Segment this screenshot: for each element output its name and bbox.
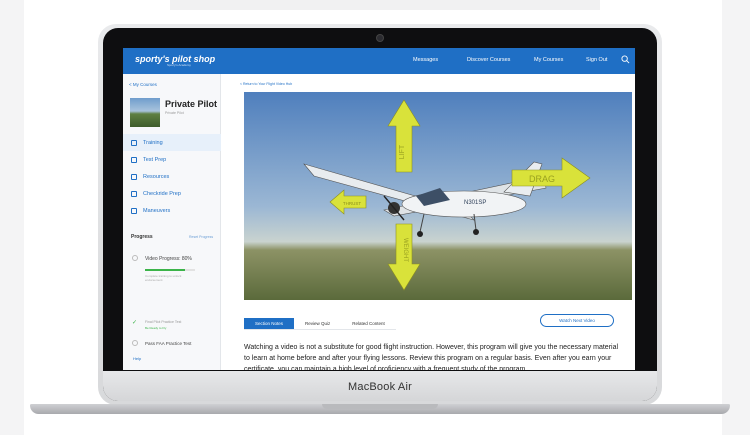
search-icon[interactable]: [621, 55, 630, 64]
background-band: [170, 0, 600, 10]
sidebar-item-label: Checkride Prep: [143, 190, 181, 197]
tail-number: N301SP: [464, 200, 486, 206]
sidebar-menu: Training Test Prep Resources Checkride P…: [123, 134, 221, 219]
resources-icon: [131, 173, 137, 180]
device-brand: MacBook Air: [348, 381, 412, 393]
nav-discover-courses[interactable]: Discover Courses: [467, 57, 510, 63]
video-progress-fill: [145, 269, 185, 271]
test-prep-icon: [131, 156, 137, 163]
video-player[interactable]: N301SP LIFT DRAG THRUST WEIGHT: [244, 92, 632, 300]
main-content: < Return to Your Flight Video Hub N301SP…: [222, 74, 635, 370]
course-title: Private Pilot: [165, 99, 218, 109]
laptop-notch: [322, 404, 438, 409]
background-panel-left: [0, 0, 24, 435]
endorsement-note: Be Ready to Fly: [145, 326, 167, 330]
maneuvers-icon: [131, 207, 137, 214]
background-panel-right: [722, 0, 750, 435]
sidebar-item-checkride-prep[interactable]: Checkride Prep: [123, 185, 221, 202]
nav-my-courses[interactable]: My Courses: [534, 57, 563, 63]
video-progress-circle-icon: [132, 255, 138, 261]
nav-messages[interactable]: Messages: [413, 57, 438, 63]
screen: sporty's pilot shop Sporty's Academy Mes…: [123, 48, 635, 370]
thrust-label: THRUST: [343, 201, 361, 206]
help-link[interactable]: Help: [133, 356, 141, 361]
nav-sign-out[interactable]: Sign Out: [586, 57, 607, 63]
sidebar-item-test-prep[interactable]: Test Prep: [123, 151, 221, 168]
camera-icon: [377, 35, 383, 41]
video-progress-bar: [145, 269, 195, 271]
sidebar-item-label: Resources: [143, 173, 170, 180]
sidebar-item-resources[interactable]: Resources: [123, 168, 221, 185]
sidebar-item-label: Maneuvers: [143, 207, 171, 214]
top-navigation-bar: sporty's pilot shop Sporty's Academy Mes…: [123, 48, 635, 74]
weight-label: WEIGHT: [402, 238, 408, 262]
progress-heading: Progress: [131, 234, 153, 240]
lift-label: LIFT: [399, 144, 406, 159]
tab-review-quiz[interactable]: Review Quiz: [294, 318, 342, 330]
checkride-icon: [131, 190, 137, 197]
reset-progress-link[interactable]: Reset Progress: [189, 235, 213, 239]
training-icon: [131, 139, 137, 146]
faa-test-circle-icon: [132, 340, 138, 346]
endorsement-label: Final Pilot Practice Test: [145, 320, 182, 324]
sidebar-item-maneuvers[interactable]: Maneuvers: [123, 202, 221, 219]
faa-practice-test-label: Pass FAA Practice Test: [145, 341, 192, 346]
breadcrumb[interactable]: < Return to Your Flight Video Hub: [240, 82, 292, 86]
tab-related-content[interactable]: Related Content: [341, 318, 396, 330]
tab-section-notes[interactable]: Section Notes: [244, 318, 295, 330]
content-tabs: Section Notes Review Quiz Related Conten…: [244, 318, 396, 330]
site-logo-subtitle: Sporty's Academy: [167, 63, 191, 67]
video-progress-label: Video Progress: 80%: [145, 256, 192, 262]
back-to-my-courses-link[interactable]: < My Courses: [129, 82, 157, 87]
course-subtitle: Private Pilot: [165, 111, 184, 115]
sidebar-item-label: Test Prep: [143, 156, 167, 163]
sidebar: < My Courses Private Pilot Private Pilot…: [123, 74, 221, 370]
watch-next-video-button[interactable]: Watch Next Video: [540, 314, 614, 327]
checkmark-icon: ✓: [132, 320, 138, 326]
course-thumbnail: [130, 98, 160, 127]
section-notes-text: Watching a video is not a substitute for…: [244, 344, 619, 370]
video-progress-note: Complete training to unlock endorsement: [145, 274, 182, 282]
sidebar-item-label: Training: [143, 139, 163, 146]
sidebar-item-training[interactable]: Training: [123, 134, 221, 151]
drag-label: DRAG: [529, 174, 555, 184]
product-photo: MacBook Air sporty's pilot shop Sporty's…: [0, 0, 750, 435]
